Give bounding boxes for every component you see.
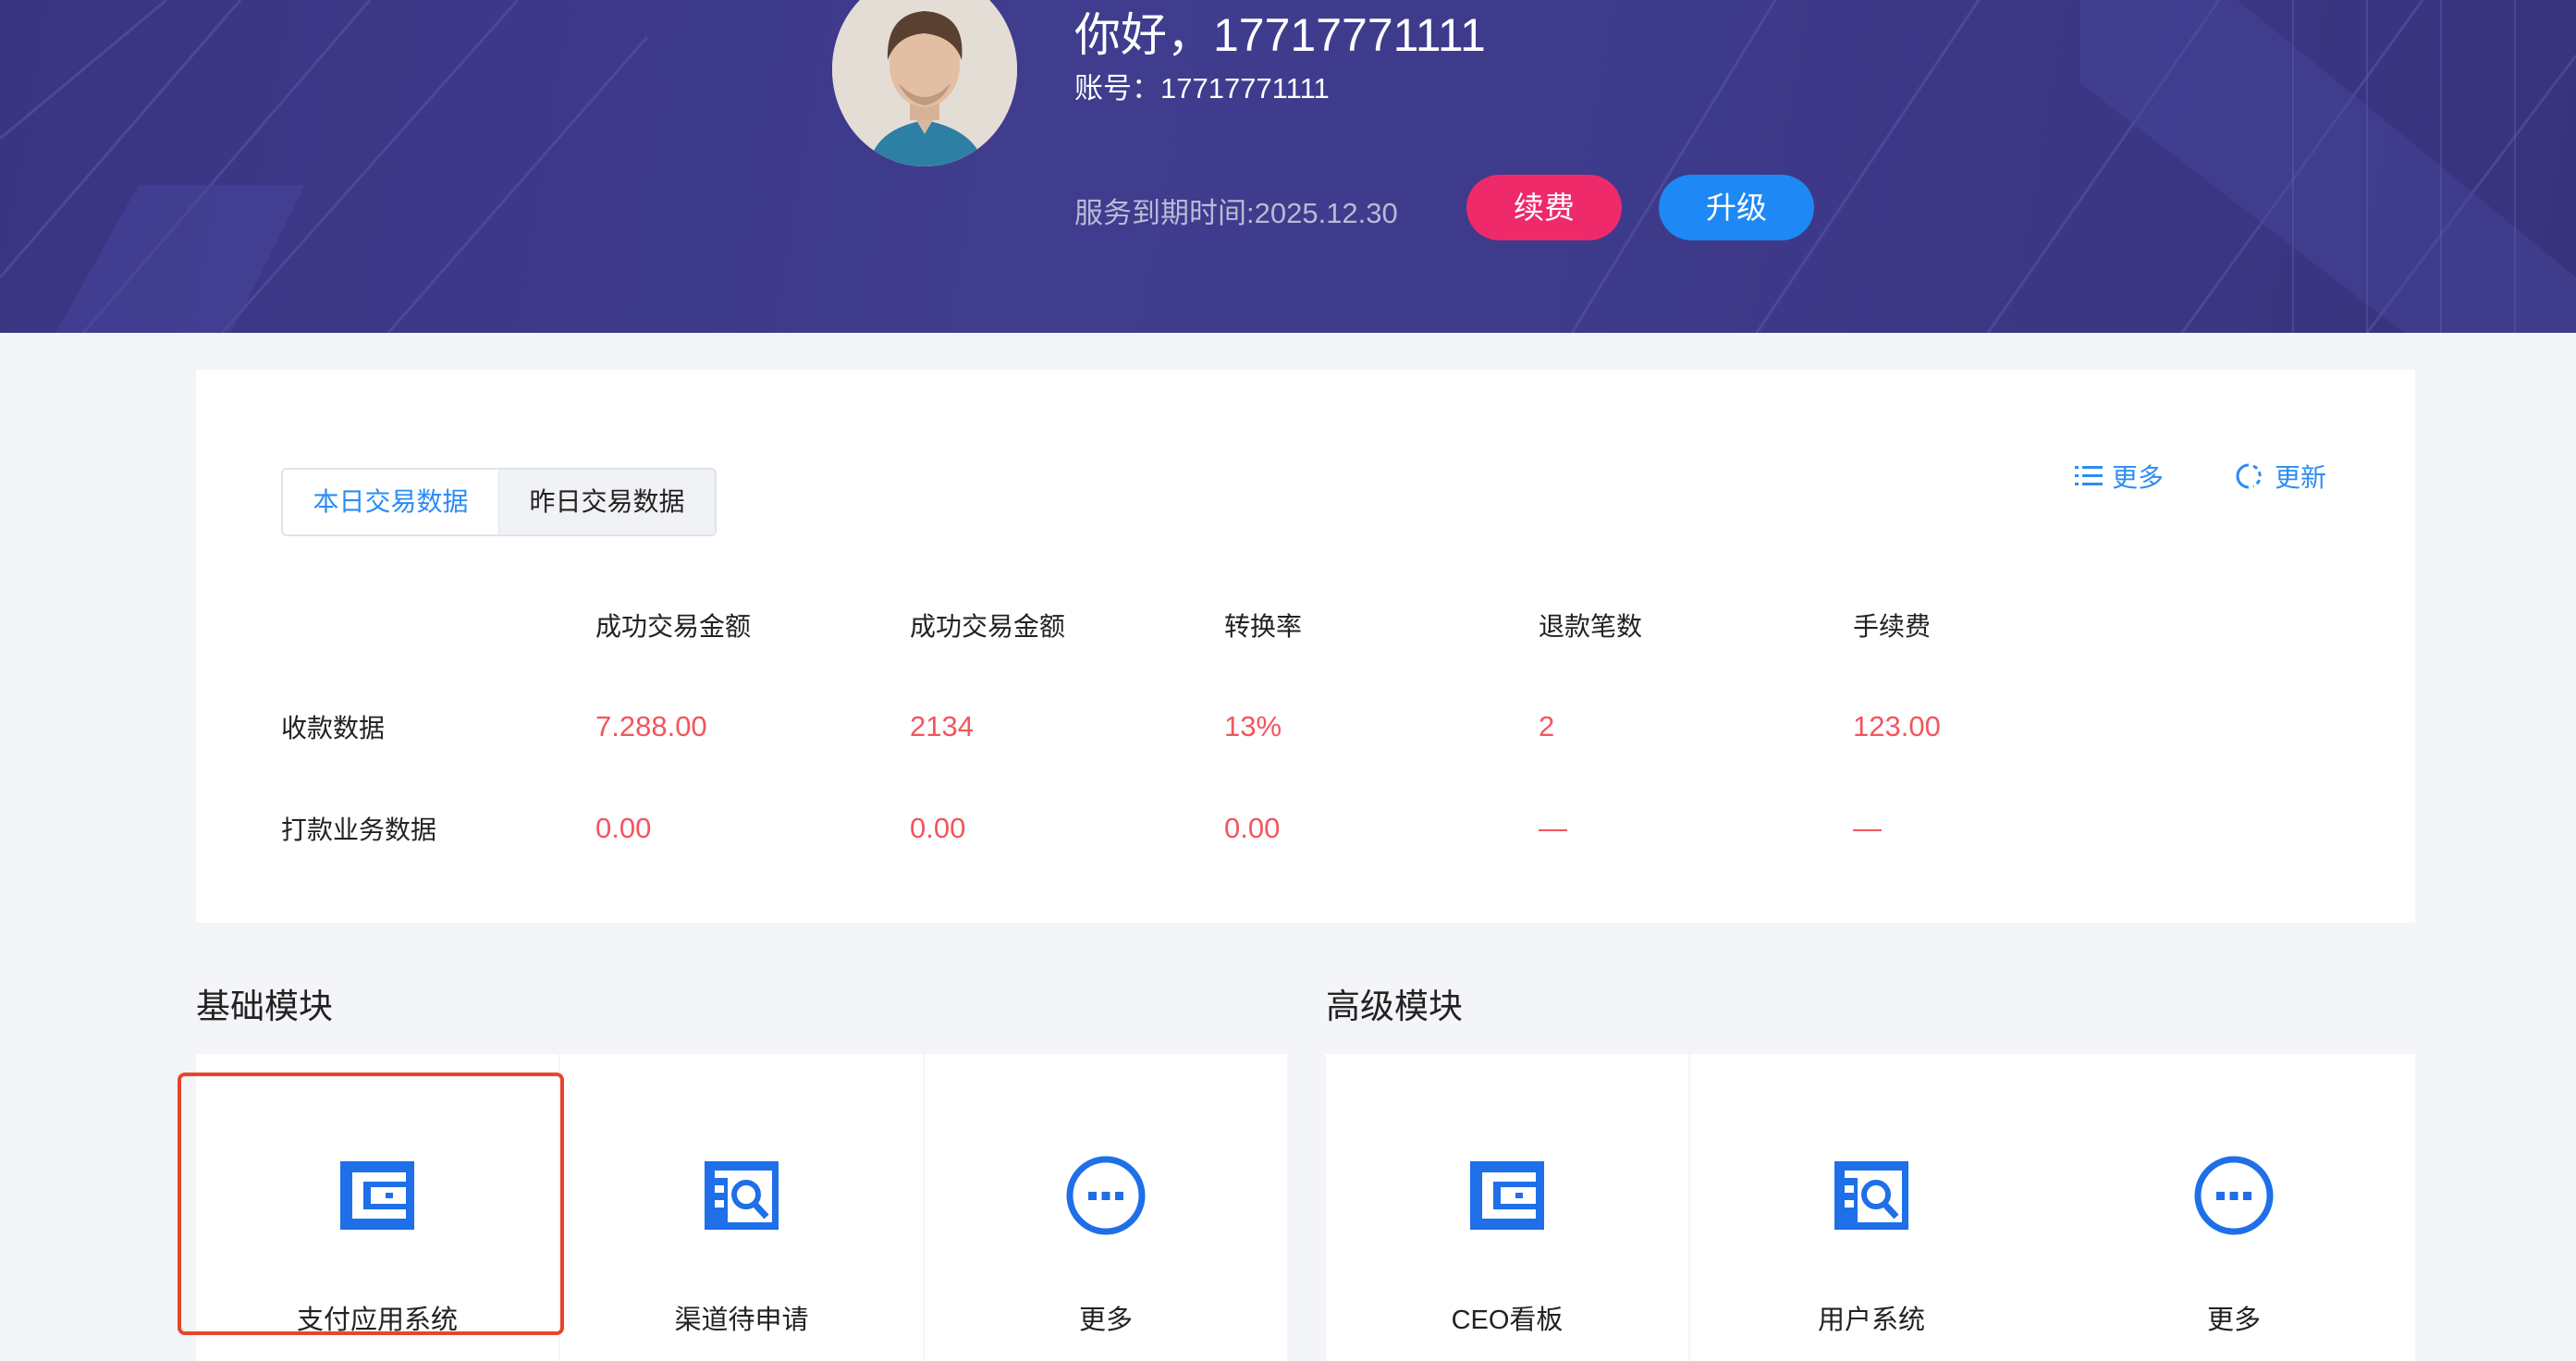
table-cell: 2 — [1539, 710, 1555, 742]
renew-button[interactable]: 续费 — [1466, 175, 1622, 240]
column-header: 手续费 — [1853, 612, 1932, 641]
module-label: CEO看板 — [1451, 1306, 1564, 1335]
more-label: 更多 — [2112, 463, 2165, 492]
module-channel-apply[interactable]: 渠道待申请 — [560, 1054, 923, 1361]
table-cell: 7.288.00 — [595, 710, 707, 742]
module-label: 更多 — [1078, 1306, 1133, 1335]
greeting-text: 你好，17717771111 — [1074, 9, 1486, 61]
transaction-data-card: 本日交易数据 昨日交易数据 更多 更新 成功交易金额 成功交易金额 转换率 退款… — [196, 370, 2415, 923]
table-cell: 0.00 — [910, 812, 966, 844]
document-search-icon — [1834, 1161, 1908, 1230]
document-search-icon — [705, 1161, 779, 1230]
more-dots-icon — [1066, 1156, 1146, 1235]
more-link[interactable]: 更多 — [2075, 458, 2164, 495]
module-label: 渠道待申请 — [674, 1306, 809, 1335]
module-payment-app[interactable]: 支付应用系统 — [196, 1054, 558, 1361]
module-more-advanced[interactable]: 更多 — [2053, 1054, 2415, 1361]
date-tabs: 本日交易数据 昨日交易数据 — [281, 468, 717, 536]
list-icon — [2075, 466, 2103, 485]
table-cell: 0.00 — [1224, 812, 1281, 844]
row-label-payout: 打款业务数据 — [281, 815, 437, 844]
table-cell: 0.00 — [595, 812, 652, 844]
table-cell: — — [1853, 812, 1882, 844]
window-card-icon — [340, 1161, 414, 1230]
window-card-icon — [1470, 1161, 1544, 1230]
column-header: 转换率 — [1224, 612, 1303, 641]
header-banner: 你好，17717771111 账号：17717771111 服务到期时间:202… — [0, 0, 2576, 333]
refresh-link[interactable]: 更新 — [2236, 458, 2326, 495]
module-ceo-board[interactable]: CEO看板 — [1326, 1054, 1688, 1361]
row-label-collection: 收款数据 — [281, 714, 386, 742]
table-cell: 13% — [1224, 710, 1282, 742]
table-cell: 123.00 — [1853, 710, 1941, 742]
upgrade-button[interactable]: 升级 — [1659, 175, 1814, 240]
module-label: 用户系统 — [1817, 1306, 1925, 1335]
service-expire-text: 服务到期时间:2025.12.30 — [1074, 197, 1398, 229]
account-text: 账号：17717771111 — [1074, 72, 1330, 104]
column-header: 退款笔数 — [1539, 612, 1643, 641]
module-label: 支付应用系统 — [296, 1306, 458, 1335]
tab-today[interactable]: 本日交易数据 — [283, 470, 498, 534]
table-cell: 2134 — [910, 710, 974, 742]
refresh-icon — [2236, 463, 2262, 489]
tab-yesterday[interactable]: 昨日交易数据 — [498, 470, 715, 534]
table-cell: — — [1539, 812, 1567, 844]
module-label: 更多 — [2206, 1306, 2261, 1335]
module-more-basic[interactable]: 更多 — [925, 1054, 1287, 1361]
basic-modules-title: 基础模块 — [196, 987, 333, 1025]
module-user-system[interactable]: 用户系统 — [1690, 1054, 2053, 1361]
column-header: 成功交易金额 — [910, 612, 1066, 641]
column-header: 成功交易金额 — [595, 612, 752, 641]
advanced-modules-title: 高级模块 — [1326, 987, 1463, 1025]
refresh-label: 更新 — [2275, 463, 2327, 492]
more-dots-icon — [2194, 1156, 2274, 1235]
